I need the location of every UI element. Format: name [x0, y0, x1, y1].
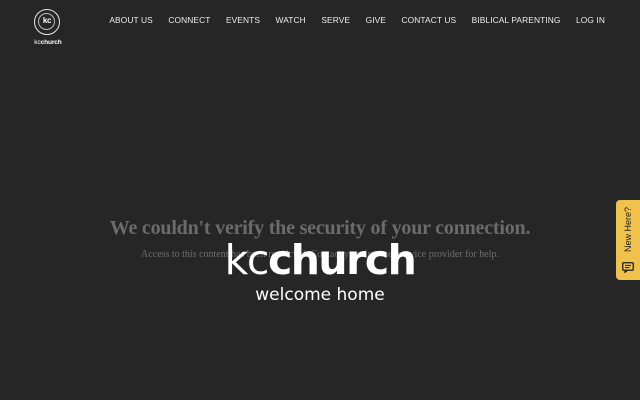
hero-brand-light: kc [224, 236, 270, 284]
site-logo[interactable]: kc kcchurch [33, 9, 65, 49]
logo-word-bold: church [40, 39, 62, 46]
nav-connect[interactable]: CONNECT [168, 14, 210, 26]
logo-mark: kc [42, 16, 52, 25]
nav-log-in[interactable]: LOG IN [576, 14, 605, 26]
nav-about-us[interactable]: ABOUT US [109, 14, 152, 26]
nav-give[interactable]: GIVE [366, 14, 386, 26]
nav-biblical-parenting[interactable]: BIBLICAL PARENTING [472, 14, 561, 26]
page: kc kcchurch ABOUT US CONNECT EVENTS WATC… [0, 0, 640, 400]
new-here-label: New Here? [623, 206, 633, 252]
chat-icon [622, 262, 634, 273]
logo-wordmark: kcchurch [33, 39, 63, 46]
nav-watch[interactable]: WATCH [276, 14, 306, 26]
main-nav: ABOUT US CONNECT EVENTS WATCH SERVE GIVE… [94, 14, 605, 26]
nav-contact-us[interactable]: CONTACT US [402, 14, 457, 26]
nav-serve[interactable]: SERVE [321, 14, 350, 26]
site-header: kc kcchurch ABOUT US CONNECT EVENTS WATC… [0, 0, 640, 50]
hero-tagline: welcome home [255, 285, 385, 305]
nav-events[interactable]: EVENTS [226, 14, 260, 26]
hero-brand-bold: church [267, 236, 417, 284]
hero-brand: kcchurch [0, 234, 640, 286]
new-here-tab[interactable]: New Here? [616, 200, 640, 280]
